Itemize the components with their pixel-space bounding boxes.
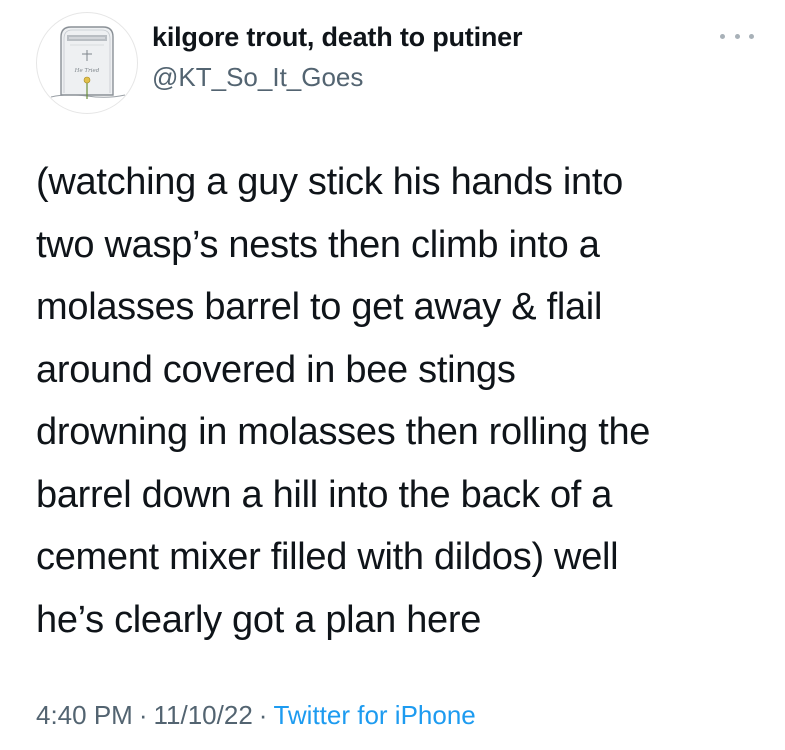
dot [734,33,740,39]
dot [720,33,725,39]
tweet-text: (watching a guy stick his hands into two… [36,151,756,651]
display-name[interactable]: kilgore trout, death to putiner [152,22,523,53]
tweet-text-line: around covered in bee stings [36,348,516,391]
tweet-text-line: he’s clearly got a plan here [36,598,482,641]
tweet-source-link[interactable]: Twitter for iPhone [273,700,475,730]
tweet-text-line: drowning in molasses then rolling the [36,411,651,453]
dot [749,33,754,39]
user-handle[interactable]: @KT_So_It_Goes [152,62,363,93]
tweet-text-line: two wasp’s nests then climb into a [36,223,600,266]
tweet-meta: 4:40 PM · 11/10/22 · Twitter for iPhone [36,700,476,731]
tweet-text-line: molasses barrel to get away & flail [36,286,603,328]
tweet-time[interactable]: 4:40 PM [36,700,133,730]
tweet-text-line: cement mixer filled with dildos) well [36,536,619,578]
more-dots-icon[interactable] [720,26,754,46]
tweet-text-line: (watching a guy stick his hands into [36,161,623,203]
avatar-text: He Tried [74,68,100,74]
meta-separator: · [138,700,148,730]
meta-separator: · [258,700,268,730]
tweet-date[interactable]: 11/10/22 [154,700,253,730]
tombstone-icon: He Tried [50,26,126,99]
avatar[interactable]: He Tried [36,12,138,114]
tweet-text-line: barrel down a hill into the back of a [36,473,613,516]
tweet: He Tried kilgore trout, death to putiner… [0,0,785,750]
